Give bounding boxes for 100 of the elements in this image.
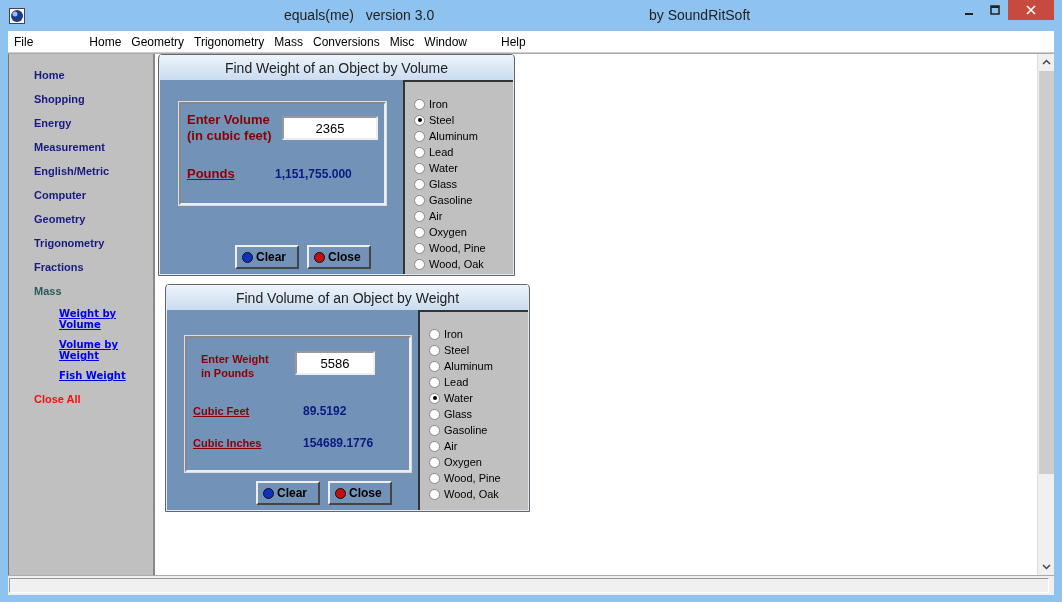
menu-item[interactable]: Geometry xyxy=(131,34,195,49)
vertical-scrollbar[interactable] xyxy=(1037,54,1054,575)
sidebar-link[interactable]: Shopping xyxy=(34,92,153,106)
radio-option[interactable]: Steel xyxy=(414,112,513,128)
radio-label: Aluminum xyxy=(444,360,493,372)
radio-button[interactable] xyxy=(414,242,425,254)
window-brand: by SoundRitSoft xyxy=(649,7,751,23)
result-value: 1,151,755.000 xyxy=(275,166,352,181)
radio-button[interactable] xyxy=(414,178,425,190)
maximize-icon xyxy=(990,5,1000,15)
input-label: Enter Weight in Pounds xyxy=(200,352,269,380)
result-label: Cubic Inches xyxy=(193,437,263,449)
radio-option[interactable]: Gasoline xyxy=(429,422,528,438)
radio-button[interactable] xyxy=(414,114,425,126)
radio-option[interactable]: Steel xyxy=(429,342,528,358)
radio-option[interactable]: Iron xyxy=(414,96,513,112)
radio-button[interactable] xyxy=(429,328,440,340)
radio-label: Water xyxy=(429,162,458,174)
radio-label: Oxygen xyxy=(429,226,467,238)
result-label: Cubic Feet xyxy=(193,405,251,417)
menu-item[interactable]: Window xyxy=(424,34,478,49)
form-button[interactable]: Clear xyxy=(235,245,299,269)
radio-option[interactable]: Water xyxy=(414,160,513,176)
radio-button[interactable] xyxy=(414,210,425,222)
radio-button[interactable] xyxy=(429,488,440,500)
radio-button[interactable] xyxy=(429,456,440,468)
radio-option[interactable]: Wood, Pine xyxy=(429,470,528,486)
menu-item[interactable]: Conversions xyxy=(312,34,390,49)
sidebar-link[interactable]: Volume by Weight xyxy=(59,339,131,361)
sidebar-link[interactable]: Fish Weight xyxy=(59,370,131,381)
radio-option[interactable]: Iron xyxy=(429,326,528,342)
radio-button[interactable] xyxy=(429,392,440,404)
sidebar-link[interactable]: Geometry xyxy=(34,212,153,226)
radio-option[interactable]: Gasoline xyxy=(414,192,513,208)
sidebar-link[interactable]: Computer xyxy=(34,188,153,202)
sidebar-link[interactable]: Home xyxy=(34,68,153,82)
input-field[interactable]: 2365 xyxy=(282,116,378,140)
radio-button[interactable] xyxy=(429,424,440,436)
form-title: Find Weight of an Object by Volume xyxy=(160,55,513,80)
input-field[interactable]: 5586 xyxy=(295,351,375,375)
radio-label: Air xyxy=(429,210,443,222)
radio-option[interactable]: Air xyxy=(429,438,528,454)
radio-option[interactable]: Air xyxy=(414,208,513,224)
radio-option[interactable]: Glass xyxy=(429,406,528,422)
menu-item[interactable]: Trigonometry xyxy=(194,34,275,49)
sidebar-link[interactable]: Measurement xyxy=(34,140,153,154)
radio-option[interactable]: Lead xyxy=(429,374,528,390)
radio-button[interactable] xyxy=(414,162,425,174)
menu-item[interactable]: Home xyxy=(89,34,132,49)
radio-button[interactable] xyxy=(429,408,440,420)
radio-label: Wood, Pine xyxy=(444,472,501,484)
radio-option[interactable]: Glass xyxy=(414,176,513,192)
sidebar-link[interactable]: English/Metric xyxy=(34,164,153,178)
radio-button[interactable] xyxy=(414,226,425,238)
radio-button[interactable] xyxy=(414,98,425,110)
sidebar-link[interactable]: Mass xyxy=(34,284,153,298)
sidebar-link[interactable]: Energy xyxy=(34,116,153,130)
radio-label: Aluminum xyxy=(429,130,478,142)
menu-item[interactable]: Misc xyxy=(389,34,425,49)
radio-button[interactable] xyxy=(429,344,440,356)
radio-button[interactable] xyxy=(414,194,425,206)
radio-label: Wood, Oak xyxy=(429,258,484,270)
radio-label: Steel xyxy=(429,114,455,126)
radio-label: Iron xyxy=(444,328,463,340)
scroll-thumb[interactable] xyxy=(1038,71,1054,474)
chevron-up-icon xyxy=(1041,59,1051,65)
radio-option[interactable]: Aluminum xyxy=(429,358,528,374)
close-icon xyxy=(1026,5,1036,15)
radio-option[interactable]: Lead xyxy=(414,144,513,160)
radio-button[interactable] xyxy=(414,258,425,270)
radio-option[interactable]: Oxygen xyxy=(414,224,513,240)
form-button[interactable]: Close xyxy=(307,245,371,269)
radio-button[interactable] xyxy=(429,376,440,388)
radio-button[interactable] xyxy=(429,440,440,452)
radio-button[interactable] xyxy=(414,146,425,158)
menu-item[interactable]: Mass xyxy=(274,34,313,49)
radio-button[interactable] xyxy=(414,130,425,142)
form-button[interactable]: Close xyxy=(328,481,392,505)
radio-label: Lead xyxy=(429,146,454,158)
sidebar-link[interactable]: Weight by Volume xyxy=(59,308,131,330)
menu-item[interactable]: File xyxy=(14,34,44,49)
radio-label: Steel xyxy=(444,344,470,356)
radio-option[interactable]: Wood, Pine xyxy=(414,240,513,256)
radio-option[interactable]: Wood, Oak xyxy=(429,486,528,502)
input-label: Enter Volume (in cubic feet) xyxy=(187,112,272,144)
radio-label: Glass xyxy=(429,178,458,190)
radio-option[interactable]: Aluminum xyxy=(414,128,513,144)
form-button[interactable]: Clear xyxy=(256,481,320,505)
radio-option[interactable]: Wood, Oak xyxy=(414,256,513,272)
window-title: equals(me) version 3.0 xyxy=(284,7,435,23)
result-label: Pounds xyxy=(187,166,236,181)
radio-option[interactable]: Water xyxy=(429,390,528,406)
sidebar-link[interactable]: Fractions xyxy=(34,260,153,274)
radio-option[interactable]: Oxygen xyxy=(429,454,528,470)
menu-item[interactable]: Help xyxy=(501,34,536,49)
radio-button[interactable] xyxy=(429,360,440,372)
radio-button[interactable] xyxy=(429,472,440,484)
sidebar-link[interactable]: Trigonometry xyxy=(34,236,153,250)
radio-label: Wood, Pine xyxy=(429,242,486,254)
minimize-icon xyxy=(965,13,973,15)
